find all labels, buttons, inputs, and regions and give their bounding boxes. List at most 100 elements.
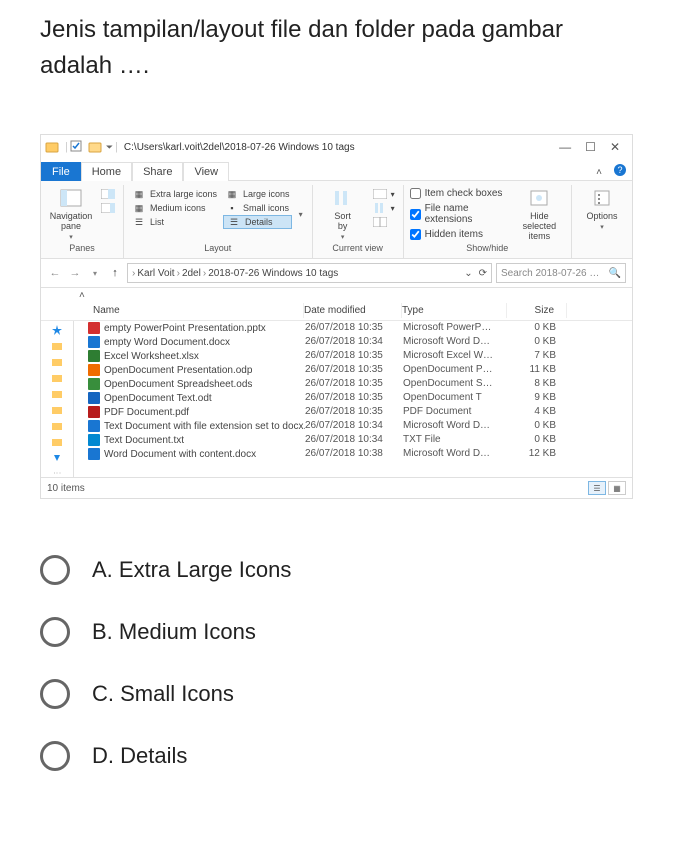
- table-row[interactable]: empty Word Document.docx26/07/2018 10:34…: [88, 335, 632, 349]
- tab-view[interactable]: View: [183, 162, 229, 181]
- checkbox-icon[interactable]: [70, 140, 84, 154]
- file-type: OpenDocument S…: [403, 378, 508, 390]
- layout-details[interactable]: ☰Details: [223, 215, 292, 229]
- file-date: 26/07/2018 10:35: [305, 322, 403, 334]
- file-size: 12 KB: [508, 448, 568, 460]
- breadcrumb-1[interactable]: Karl Voit: [137, 268, 174, 279]
- table-row[interactable]: Word Document with content.docx26/07/201…: [88, 447, 632, 461]
- recent-locations-icon[interactable]: ▾: [87, 269, 103, 278]
- layout-large-icons[interactable]: ▦Large icons: [223, 187, 292, 201]
- file-icon: [88, 420, 100, 432]
- check-item-check-boxes[interactable]: Item check boxes: [410, 187, 510, 200]
- table-row[interactable]: OpenDocument Text.odt26/07/2018 10:35Ope…: [88, 391, 632, 405]
- ribbon-collapse-icon[interactable]: ˄: [590, 165, 608, 180]
- radio-icon: [40, 741, 70, 771]
- details-pane-icon[interactable]: [99, 201, 117, 215]
- file-date: 26/07/2018 10:34: [305, 434, 403, 446]
- titlebar: | ⏷ | C:\Users\karl.voit\2del\2018-07-26…: [41, 135, 632, 159]
- addr-dropdown-icon[interactable]: ⌄: [464, 268, 472, 279]
- layout-extra-large-icons[interactable]: ▦Extra large icons: [130, 187, 219, 201]
- down-arrow-icon[interactable]: [52, 453, 62, 463]
- collapse-caret-icon[interactable]: ˄: [41, 288, 632, 301]
- folder-icon[interactable]: [52, 405, 62, 415]
- option-d-label: D. Details: [92, 743, 187, 769]
- layout-more-icon[interactable]: ▾: [296, 210, 306, 219]
- options-button[interactable]: Options ▾: [578, 187, 626, 231]
- answer-options: A. Extra Large Icons B. Medium Icons C. …: [0, 519, 673, 817]
- minimize-button[interactable]: —: [559, 140, 571, 154]
- folder-icon: [45, 140, 59, 154]
- option-b[interactable]: B. Medium Icons: [40, 601, 633, 663]
- file-size: 7 KB: [508, 350, 568, 362]
- qat-dropdown[interactable]: ⏷: [106, 142, 113, 153]
- option-d[interactable]: D. Details: [40, 725, 633, 787]
- file-size: 4 KB: [508, 406, 568, 418]
- up-button[interactable]: ↑: [107, 267, 123, 279]
- address-bar[interactable]: › Karl Voit › 2del › 2018-07-26 Windows …: [127, 263, 492, 283]
- col-type[interactable]: Type: [402, 303, 507, 318]
- file-date: 26/07/2018 10:34: [305, 420, 403, 432]
- status-bar: 10 items ☰ ▦: [41, 477, 632, 498]
- check-hidden-items[interactable]: Hidden items: [410, 228, 510, 241]
- view-details-toggle[interactable]: ☰: [588, 481, 606, 495]
- table-row[interactable]: Excel Worksheet.xlsx26/07/2018 10:35Micr…: [88, 349, 632, 363]
- forward-button[interactable]: →: [67, 267, 83, 279]
- folder-icon[interactable]: [52, 341, 62, 351]
- folder-icon[interactable]: [52, 437, 62, 447]
- preview-pane-icon[interactable]: [99, 187, 117, 201]
- table-row[interactable]: OpenDocument Presentation.odp26/07/2018 …: [88, 363, 632, 377]
- sort-by-button[interactable]: Sort by ▾: [319, 187, 367, 241]
- hide-selected-items-button[interactable]: Hide selected items: [514, 187, 565, 241]
- layout-small-icons[interactable]: ▪Small icons: [223, 201, 292, 215]
- file-type: OpenDocument T: [403, 392, 508, 404]
- maximize-button[interactable]: ☐: [585, 140, 596, 154]
- size-columns-icon[interactable]: [371, 215, 397, 229]
- scroll-marker: ⋮: [53, 469, 62, 477]
- table-row[interactable]: OpenDocument Spreadsheet.ods26/07/2018 1…: [88, 377, 632, 391]
- table-row[interactable]: PDF Document.pdf26/07/2018 10:35PDF Docu…: [88, 405, 632, 419]
- view-large-icons-toggle[interactable]: ▦: [608, 481, 626, 495]
- tab-file[interactable]: File: [41, 162, 81, 181]
- file-icon: [88, 392, 100, 404]
- file-type: Microsoft Word D…: [403, 336, 508, 348]
- option-a[interactable]: A. Extra Large Icons: [40, 539, 633, 601]
- group-by-icon[interactable]: ▾: [371, 187, 397, 201]
- table-row[interactable]: Text Document.txt26/07/2018 10:34TXT Fil…: [88, 433, 632, 447]
- breadcrumb-3[interactable]: 2018-07-26 Windows 10 tags: [208, 268, 338, 279]
- layout-medium-icons[interactable]: ▦Medium icons: [130, 201, 219, 215]
- file-name: Text Document.txt: [104, 435, 184, 446]
- folder-icon[interactable]: [52, 357, 62, 367]
- file-type: Microsoft PowerP…: [403, 322, 508, 334]
- tab-home[interactable]: Home: [81, 162, 132, 181]
- check-file-name-extensions[interactable]: File name extensions: [410, 202, 510, 226]
- help-icon[interactable]: ?: [614, 164, 626, 176]
- folder-icon[interactable]: [52, 421, 62, 431]
- search-box[interactable]: Search 2018-07-26 … 🔍: [496, 263, 626, 283]
- table-row[interactable]: Text Document with file extension set to…: [88, 419, 632, 433]
- folder-icon[interactable]: [52, 373, 62, 383]
- file-icon: [88, 448, 100, 460]
- breadcrumb-2[interactable]: 2del: [182, 268, 201, 279]
- file-name: OpenDocument Presentation.odp: [104, 365, 252, 376]
- navigation-pane-button[interactable]: Navigation pane ▾: [47, 187, 95, 241]
- address-bar-row: ← → ▾ ↑ › Karl Voit › 2del › 2018-07-26 …: [41, 259, 632, 288]
- window-title-path: C:\Users\karl.voit\2del\2018-07-26 Windo…: [124, 142, 355, 153]
- option-c[interactable]: C. Small Icons: [40, 663, 633, 725]
- col-size[interactable]: Size: [507, 303, 567, 318]
- close-button[interactable]: ✕: [610, 140, 620, 154]
- table-row[interactable]: empty PowerPoint Presentation.pptx26/07/…: [88, 321, 632, 335]
- file-icon: [88, 322, 100, 334]
- col-date[interactable]: Date modified: [304, 303, 402, 318]
- hide-selected-label: Hide selected items: [514, 211, 565, 241]
- file-list: empty PowerPoint Presentation.pptx26/07/…: [88, 321, 632, 461]
- tab-share[interactable]: Share: [132, 162, 183, 181]
- layout-list[interactable]: ☰List: [130, 215, 219, 229]
- add-columns-icon[interactable]: ▾: [371, 201, 397, 215]
- back-button[interactable]: ←: [47, 267, 63, 279]
- refresh-icon[interactable]: ⟳: [479, 268, 487, 279]
- navigation-pane-label: Navigation pane: [50, 211, 93, 231]
- folder-small-icon[interactable]: [88, 140, 102, 154]
- col-name[interactable]: Name: [89, 303, 304, 318]
- folder-icon[interactable]: [52, 389, 62, 399]
- question-text: Jenis tampilan/layout file dan folder pa…: [0, 0, 673, 104]
